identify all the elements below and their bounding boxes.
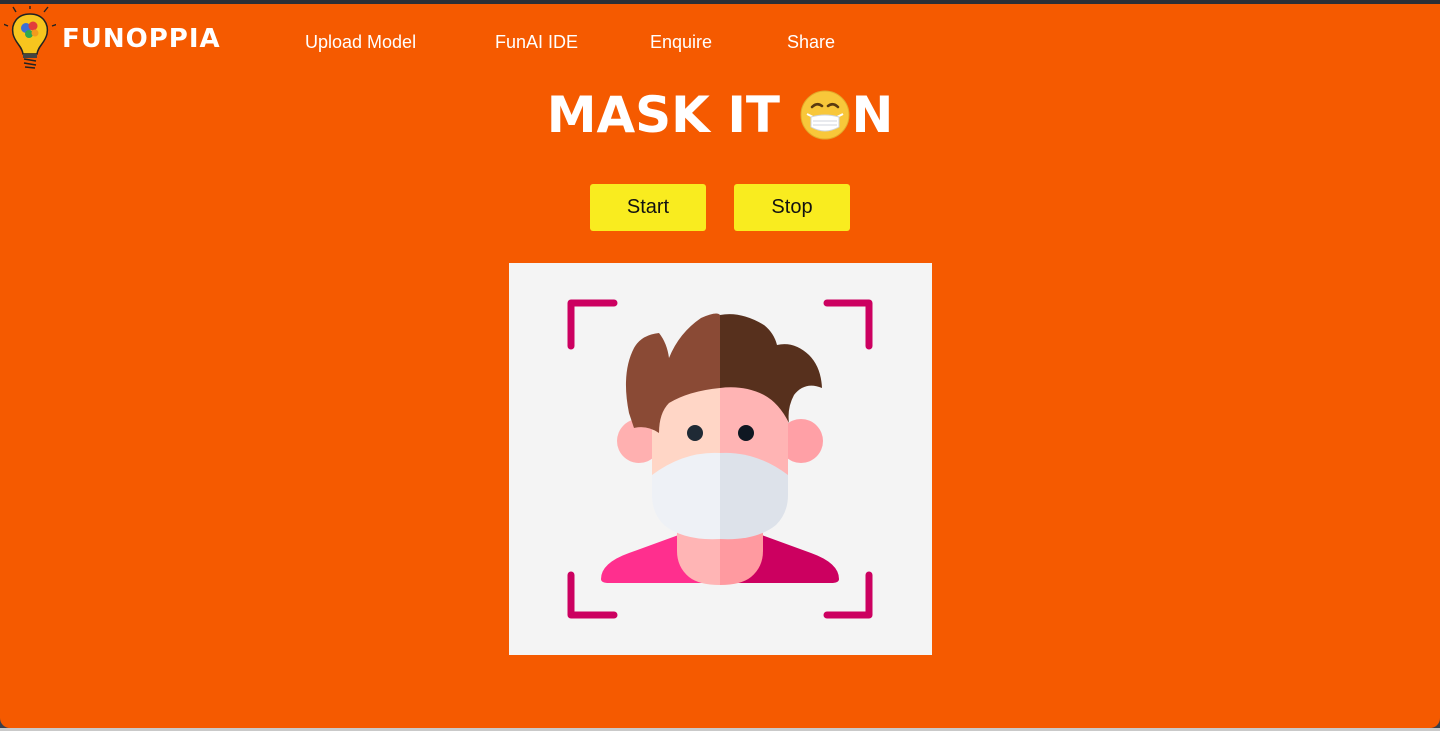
navbar: FUNOPPIA Upload Model FunAI IDE Enquire … — [0, 4, 1440, 76]
nav-links: Upload Model FunAI IDE Enquire Share — [305, 32, 835, 53]
start-button[interactable]: Start — [590, 184, 706, 231]
nav-link-enquire[interactable]: Enquire — [650, 32, 787, 53]
masked-person-face-scan-icon — [567, 299, 873, 619]
page-title-text-after: N — [851, 86, 894, 144]
face-with-medical-mask-icon — [800, 90, 850, 140]
lightbulb-brain-icon — [4, 6, 56, 69]
preview-frame — [509, 263, 932, 655]
app-window: FUNOPPIA Upload Model FunAI IDE Enquire … — [0, 4, 1440, 728]
page-title-text-before: MASK IT — [546, 86, 798, 144]
page-title: MASK IT N — [0, 84, 1440, 146]
nav-link-funai-ide[interactable]: FunAI IDE — [495, 32, 650, 53]
nav-link-share[interactable]: Share — [787, 32, 835, 53]
nav-link-upload-model[interactable]: Upload Model — [305, 32, 495, 53]
brand-name: FUNOPPIA — [62, 24, 221, 54]
stop-button[interactable]: Stop — [734, 184, 850, 231]
brand[interactable]: FUNOPPIA — [4, 6, 221, 72]
